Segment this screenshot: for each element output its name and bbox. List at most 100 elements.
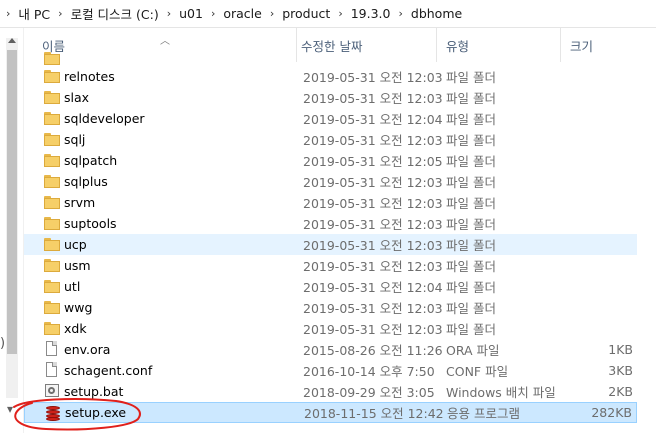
nav-scrollbar-thumb[interactable] [7,50,17,354]
file-type: 파일 폴더 [446,301,496,316]
file-date: 2019-05-31 오전 12:03 [303,322,443,337]
list-item[interactable]: relnotes 2019-05-31 오전 12:03 파일 폴더 [24,66,637,87]
file-date: 2019-05-31 오전 12:03 [303,70,443,85]
folder-icon [44,257,60,273]
list-item[interactable]: wwg 2019-05-31 오전 12:03 파일 폴더 [24,297,637,318]
list-item[interactable]: xdk 2019-05-31 오전 12:03 파일 폴더 [24,318,637,339]
folder-icon [44,299,60,315]
list-item[interactable]: sqldeveloper 2019-05-31 오전 12:04 파일 폴더 [24,108,637,129]
breadcrumb-chevron-icon: › [6,7,11,20]
file-type: CONF 파일 [446,364,509,379]
collapsed-pane-icon: ) [0,336,6,351]
scroll-up-icon[interactable] [8,38,16,43]
list-item[interactable]: ucp 2019-05-31 오전 12:03 파일 폴더 [24,234,637,255]
file-name: schagent.conf [64,363,153,378]
file-size: 3KB [608,363,633,378]
folder-icon [44,236,60,252]
breadcrumb-local-disk[interactable]: 로컬 디스크 (C:) [69,2,161,26]
breadcrumb-product[interactable]: product [280,2,332,26]
folder-icon [44,89,60,105]
list-item[interactable]: srvm 2019-05-31 오전 12:03 파일 폴더 [24,192,637,213]
file-size: 1KB [608,342,633,357]
file-date: 2019-05-31 오전 12:03 [303,196,443,211]
file-type: 파일 폴더 [446,70,496,85]
file-date: 2019-05-31 오전 12:03 [303,217,443,232]
folder-icon [44,173,60,189]
folder-icon [44,194,60,210]
list-item[interactable]: suptools 2019-05-31 오전 12:03 파일 폴더 [24,213,637,234]
breadcrumb-dbhome[interactable]: dbhome [409,2,464,26]
file-date: 2019-05-31 오전 12:05 [303,154,443,169]
address-bar[interactable]: › 내 PC › 로컬 디스크 (C:) › u01 › oracle › pr… [0,0,656,28]
batch-file-icon [44,383,60,399]
file-list: relnotes 2019-05-31 오전 12:03 파일 폴더 slax … [24,52,656,423]
file-date: 2019-05-31 오전 12:03 [303,133,443,148]
file-name: relnotes [64,69,115,84]
list-item[interactable]: schagent.conf 2016-10-14 오후 7:50 CONF 파일… [24,360,637,381]
folder-icon [44,68,60,84]
folder-icon [44,215,60,231]
breadcrumb-version[interactable]: 19.3.0 [349,2,393,26]
folder-icon [44,50,60,66]
file-date: 2019-05-31 오전 12:03 [303,91,443,106]
file-type: 파일 폴더 [446,217,496,232]
nav-scrollbar[interactable] [6,38,18,398]
file-name: sqlpatch [64,153,118,168]
file-explorer-window: › 내 PC › 로컬 디스크 (C:) › u01 › oracle › pr… [0,0,656,433]
file-type: 파일 폴더 [446,280,496,295]
list-item-partial[interactable] [24,52,637,66]
folder-icon [44,152,60,168]
file-type: 응용 프로그램 [447,406,520,421]
file-date: 2019-05-31 오전 12:03 [303,238,443,253]
list-item[interactable]: usm 2019-05-31 오전 12:03 파일 폴더 [24,255,637,276]
file-type: Windows 배치 파일 [446,385,556,400]
file-date: 2019-05-31 오전 12:03 [303,175,443,190]
file-type: 파일 폴더 [446,133,496,148]
document-icon [44,341,60,357]
breadcrumb-u01[interactable]: u01 [177,2,205,26]
file-date: 2015-08-26 오전 11:26 [303,343,443,358]
file-name: sqldeveloper [64,111,145,126]
list-item[interactable]: sqlj 2019-05-31 오전 12:03 파일 폴더 [24,129,637,150]
file-type: 파일 폴더 [446,154,496,169]
breadcrumb-chevron-icon[interactable]: › [161,7,177,20]
list-item[interactable]: sqlplus 2019-05-31 오전 12:03 파일 폴더 [24,171,637,192]
list-item[interactable]: env.ora 2015-08-26 오전 11:26 ORA 파일 1KB [24,339,637,360]
file-date: 2019-05-31 오전 12:04 [303,112,443,127]
breadcrumb-chevron-icon[interactable]: › [332,7,348,20]
file-date: 2016-10-14 오후 7:50 [303,364,435,379]
navigation-pane: ) ▾ [0,28,24,433]
file-size: 282KB [591,405,632,420]
breadcrumb-chevron-icon[interactable]: › [52,7,68,20]
file-name: setup.exe [65,405,127,420]
file-date: 2018-11-15 오전 12:42 [304,406,444,421]
breadcrumb-oracle[interactable]: oracle [221,2,263,26]
folder-icon [44,110,60,126]
list-item[interactable]: slax 2019-05-31 오전 12:03 파일 폴더 [24,87,637,108]
folder-icon [44,131,60,147]
file-type: ORA 파일 [446,343,500,358]
file-type: 파일 폴더 [446,259,496,274]
file-type: 파일 폴더 [446,175,496,190]
list-item[interactable]: setup.bat 2018-09-29 오전 3:05 Windows 배치 … [24,381,637,402]
file-size: 2KB [608,384,633,399]
list-item[interactable]: sqlpatch 2019-05-31 오전 12:05 파일 폴더 [24,150,637,171]
file-date: 2019-05-31 오전 12:03 [303,301,443,316]
folder-icon [44,320,60,336]
breadcrumb-my-pc[interactable]: 내 PC [16,2,52,26]
breadcrumb-chevron-icon[interactable]: › [205,7,221,20]
file-type: 파일 폴더 [446,322,496,337]
file-name: slax [64,90,90,105]
file-date: 2019-05-31 오전 12:04 [303,280,443,295]
breadcrumb-chevron-icon[interactable]: › [264,7,280,20]
oracle-setup-icon [45,405,61,421]
file-name: utl [64,279,81,294]
file-type: 파일 폴더 [446,196,496,211]
file-name: usm [64,258,91,273]
breadcrumb-chevron-icon[interactable]: › [392,7,408,20]
list-item-selected[interactable]: setup.exe 2018-11-15 오전 12:42 응용 프로그램 28… [24,402,637,423]
file-date: 2018-09-29 오전 3:05 [303,385,435,400]
file-name: setup.bat [64,384,124,399]
list-item[interactable]: utl 2019-05-31 오전 12:04 파일 폴더 [24,276,637,297]
scroll-down-icon[interactable]: ▾ [7,402,13,416]
